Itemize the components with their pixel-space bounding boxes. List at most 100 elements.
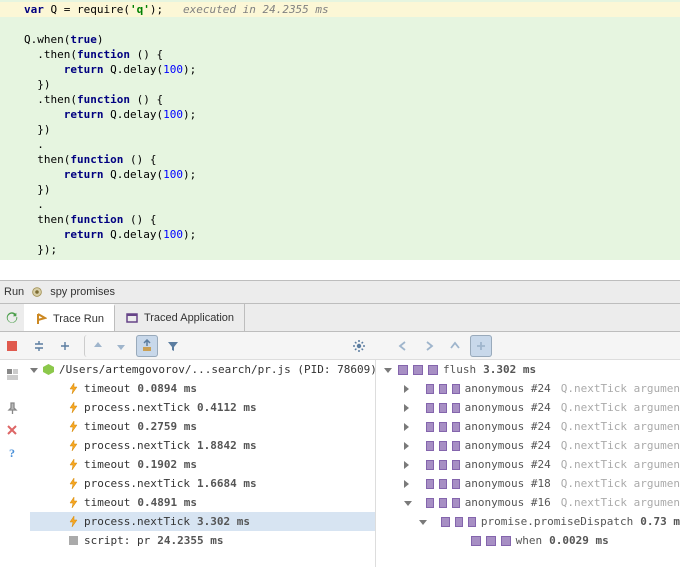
- nav-forward-icon[interactable]: [418, 335, 440, 357]
- function-name: when: [516, 534, 543, 547]
- settings-icon[interactable]: [348, 335, 370, 357]
- call-row[interactable]: anonymous #18 Q.nextTick argumen: [384, 474, 680, 493]
- chevron-right-icon[interactable]: [404, 479, 411, 489]
- chevron-down-icon[interactable]: [384, 365, 394, 375]
- tab-label: Trace Run: [53, 313, 104, 325]
- up-icon[interactable]: [84, 335, 106, 357]
- call-row[interactable]: anonymous #24 Q.nextTick argumen: [384, 436, 680, 455]
- bolt-icon: [66, 496, 80, 510]
- nav-up-icon[interactable]: [444, 335, 466, 357]
- bolt-icon: [66, 420, 80, 434]
- run-tool-window-header[interactable]: Run spy promises: [0, 280, 680, 304]
- expand-all-icon[interactable]: [28, 335, 50, 357]
- hint-text: Q.nextTick argumen: [561, 401, 680, 414]
- event-row[interactable]: process.nextTick 1.8842 ms: [30, 436, 375, 455]
- hint-text: Q.nextTick argumen: [561, 477, 680, 490]
- q-icon: [426, 403, 434, 413]
- collapse-all-icon[interactable]: [54, 335, 76, 357]
- tab-trace-run[interactable]: Trace Run: [24, 304, 115, 331]
- call-row[interactable]: anonymous #24 Q.nextTick argumen: [384, 398, 680, 417]
- hint-text: Q.nextTick argumen: [561, 420, 680, 433]
- stop-icon[interactable]: [4, 338, 20, 354]
- code-editor[interactable]: var Q = require('q'); executed in 24.235…: [0, 0, 680, 260]
- q-icon: [398, 365, 408, 375]
- duration: 0.73 m: [640, 515, 680, 528]
- call-row[interactable]: anonymous #16Q.nextTick argumen: [384, 493, 680, 512]
- editor-bottom-gap: [0, 260, 680, 280]
- call-row[interactable]: anonymous #24 Q.nextTick argumen: [384, 379, 680, 398]
- event-row[interactable]: timeout0.2759 ms: [30, 417, 375, 436]
- call-row[interactable]: anonymous #24Q.nextTick argumen: [384, 455, 680, 474]
- function-name: anonymous #24: [465, 420, 551, 433]
- duration: 0.4891 ms: [137, 496, 197, 509]
- function-name: anonymous #24: [465, 401, 551, 414]
- event-name: process.nextTick: [84, 439, 190, 452]
- function-name: anonymous #24: [465, 439, 551, 452]
- export-icon[interactable]: [136, 335, 158, 357]
- function-name: flush: [443, 363, 476, 376]
- event-row[interactable]: timeout 0.4891 ms: [30, 493, 375, 512]
- q-icon: [452, 403, 460, 413]
- duration: 3.302 ms: [197, 515, 250, 528]
- function-name: anonymous #24: [465, 382, 551, 395]
- q-icon: [426, 384, 434, 394]
- event-row[interactable]: process.nextTick1.6684 ms: [30, 474, 375, 493]
- duration: 0.0029 ms: [549, 534, 609, 547]
- chevron-right-icon[interactable]: [404, 403, 411, 413]
- duration: 0.2759 ms: [137, 420, 197, 433]
- event-row[interactable]: process.nextTick0.4112 ms: [30, 398, 375, 417]
- q-icon: [426, 498, 434, 508]
- event-row[interactable]: process.nextTick 3.302 ms: [30, 512, 375, 531]
- event-name: timeout: [84, 496, 130, 509]
- filter-icon[interactable]: [162, 335, 184, 357]
- q-icon: [452, 384, 460, 394]
- down-icon[interactable]: [110, 335, 132, 357]
- tab-label: Traced Application: [144, 312, 234, 324]
- chevron-right-icon[interactable]: [404, 422, 411, 432]
- hint-text: Q.nextTick argumen: [561, 496, 680, 509]
- q-icon: [439, 441, 447, 451]
- duration: 24.2355 ms: [157, 534, 223, 547]
- chevron-down-icon[interactable]: [30, 365, 38, 375]
- tree-root[interactable]: /Users/artemgovorov/...search/pr.js (PID…: [30, 360, 375, 379]
- tree-root[interactable]: flush 3.302 ms: [384, 360, 680, 379]
- duration: 1.6684 ms: [197, 477, 257, 490]
- q-icon: [439, 479, 447, 489]
- q-icon: [452, 422, 460, 432]
- q-icon: [471, 536, 481, 546]
- event-name: script: pr: [84, 534, 150, 547]
- call-row[interactable]: anonymous #24 Q.nextTick argumen: [384, 417, 680, 436]
- duration: 0.4112 ms: [197, 401, 257, 414]
- q-icon: [426, 441, 434, 451]
- run-config-name: spy promises: [50, 286, 115, 298]
- q-icon: [452, 441, 460, 451]
- nav-add-icon[interactable]: [470, 335, 492, 357]
- events-tree[interactable]: /Users/artemgovorov/...search/pr.js (PID…: [0, 360, 376, 567]
- function-name: anonymous #18: [465, 477, 551, 490]
- hint-text: Q.nextTick argumen: [561, 382, 680, 395]
- chevron-right-icon[interactable]: [404, 384, 411, 394]
- call-tree[interactable]: flush 3.302 ms anonymous #24 Q.nextTick a…: [376, 360, 680, 567]
- rerun-icon[interactable]: [4, 310, 20, 326]
- event-row[interactable]: script: pr 24.2355 ms: [30, 531, 375, 550]
- chevron-down-icon[interactable]: [404, 498, 412, 508]
- duration: 1.8842 ms: [197, 439, 257, 452]
- q-icon: [441, 517, 449, 527]
- bolt-icon: [66, 515, 80, 529]
- chevron-right-icon[interactable]: [404, 441, 411, 451]
- code-line: var Q = require('q'); executed in 24.235…: [0, 2, 680, 17]
- event-row[interactable]: timeout0.1902 ms: [30, 455, 375, 474]
- hint-text: Q.nextTick argumen: [561, 439, 680, 452]
- q-icon: [426, 460, 434, 470]
- event-name: process.nextTick: [84, 515, 190, 528]
- q-icon: [439, 460, 447, 470]
- tab-traced-application[interactable]: Traced Application: [115, 304, 245, 331]
- call-row[interactable]: when 0.0029 ms: [384, 531, 680, 550]
- chevron-right-icon[interactable]: [404, 460, 411, 470]
- call-row[interactable]: promise.promiseDispatch 0.73 m: [384, 512, 680, 531]
- run-label: Run: [4, 286, 24, 298]
- function-name: promise.promiseDispatch: [481, 515, 633, 528]
- nav-back-icon[interactable]: [392, 335, 414, 357]
- event-row[interactable]: timeout0.0894 ms: [30, 379, 375, 398]
- chevron-down-icon[interactable]: [419, 517, 427, 527]
